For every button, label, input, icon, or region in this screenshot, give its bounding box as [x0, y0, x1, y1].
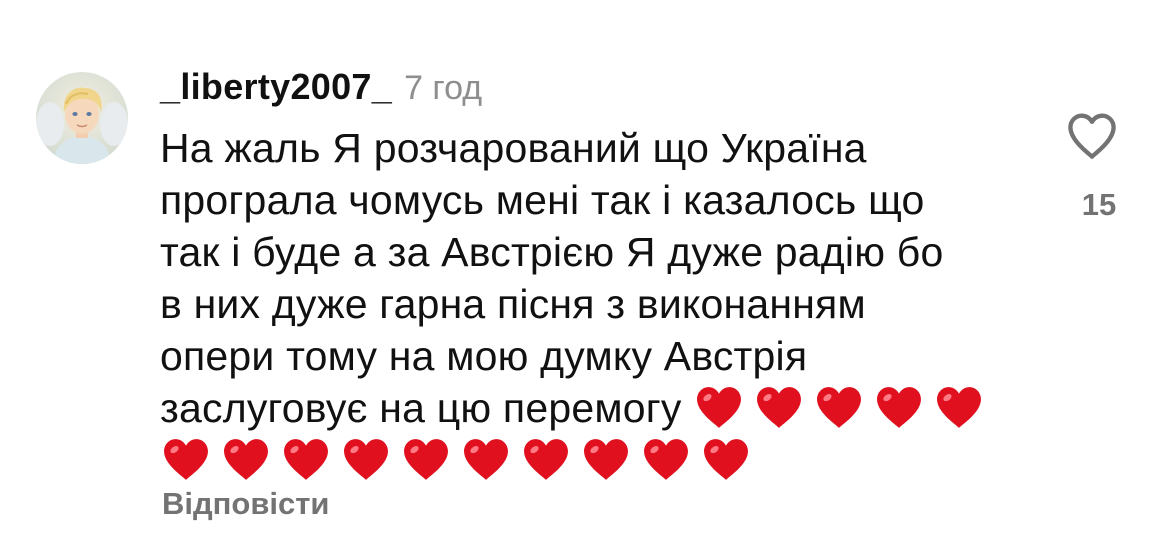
red-heart-emoji	[697, 387, 742, 428]
red-heart-emoji	[344, 439, 388, 480]
avatar-image	[36, 72, 128, 164]
like-button[interactable]	[1064, 110, 1120, 165]
red-heart-emoji	[877, 387, 922, 428]
like-section: 15	[1050, 110, 1134, 223]
red-heart-emoji	[644, 439, 688, 480]
red-heart-emoji	[937, 387, 982, 428]
timestamp: 7 год	[404, 69, 483, 107]
username[interactable]: _liberty2007_	[160, 66, 392, 108]
comment: _liberty2007_ 7 год На жаль Я розчарован…	[0, 0, 1170, 557]
red-heart-emoji	[464, 439, 508, 480]
comment-text: На жаль Я розчарований що Україна програ…	[160, 122, 1040, 486]
red-heart-emoji	[584, 439, 628, 480]
like-count: 15	[1081, 187, 1117, 222]
avatar[interactable]	[36, 72, 128, 164]
red-heart-emoji	[524, 439, 568, 480]
red-heart-emoji	[284, 439, 328, 480]
red-heart-emoji	[164, 439, 208, 480]
red-heart-emoji	[817, 387, 862, 428]
reply-button[interactable]: Відповісти	[162, 486, 330, 522]
red-heart-emoji	[704, 439, 748, 480]
comment-meta: _liberty2007_ 7 год	[160, 66, 1040, 116]
red-heart-emoji	[224, 439, 268, 480]
red-heart-emoji	[404, 439, 448, 480]
heart-outline-icon	[1068, 113, 1116, 159]
red-heart-emoji	[757, 387, 802, 428]
comment-content: _liberty2007_ 7 год На жаль Я розчарован…	[160, 66, 1040, 486]
